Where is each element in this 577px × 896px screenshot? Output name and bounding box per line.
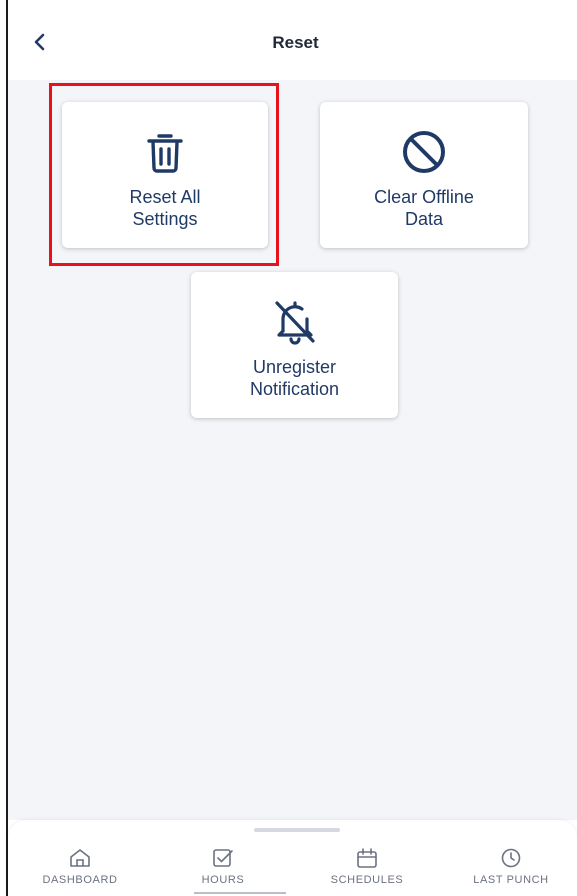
nav-item-hours[interactable]: HOURS	[163, 848, 283, 886]
bottom-navigation-bar: DASHBOARD HOURS SCHEDULES LAST PUNCH	[8, 820, 577, 896]
card-label: Unregister Notification	[249, 357, 340, 399]
nav-label: LAST PUNCH	[473, 874, 549, 886]
nav-item-dashboard[interactable]: DASHBOARD	[20, 848, 140, 886]
clear-offline-data-card[interactable]: Clear Offline Data	[320, 102, 528, 248]
header-bar: Reset	[8, 0, 577, 80]
bell-off-icon	[266, 298, 324, 346]
home-icon	[70, 849, 90, 867]
check-square-icon	[213, 849, 233, 867]
active-tab-indicator	[194, 892, 286, 894]
page-title: Reset	[272, 33, 319, 52]
selection-highlight-box	[49, 83, 279, 266]
calendar-icon	[357, 848, 377, 868]
nav-item-schedules[interactable]: SCHEDULES	[307, 848, 427, 886]
nav-label: DASHBOARD	[42, 874, 118, 886]
nav-item-last-punch[interactable]: LAST PUNCH	[451, 848, 571, 886]
clock-icon	[501, 848, 521, 868]
nav-label: HOURS	[201, 874, 245, 886]
nav-label: SCHEDULES	[330, 874, 404, 886]
block-icon	[395, 128, 453, 176]
drag-handle[interactable]	[254, 828, 340, 832]
unregister-notification-card[interactable]: Unregister Notification	[191, 272, 398, 418]
card-label: Clear Offline Data	[374, 187, 474, 229]
